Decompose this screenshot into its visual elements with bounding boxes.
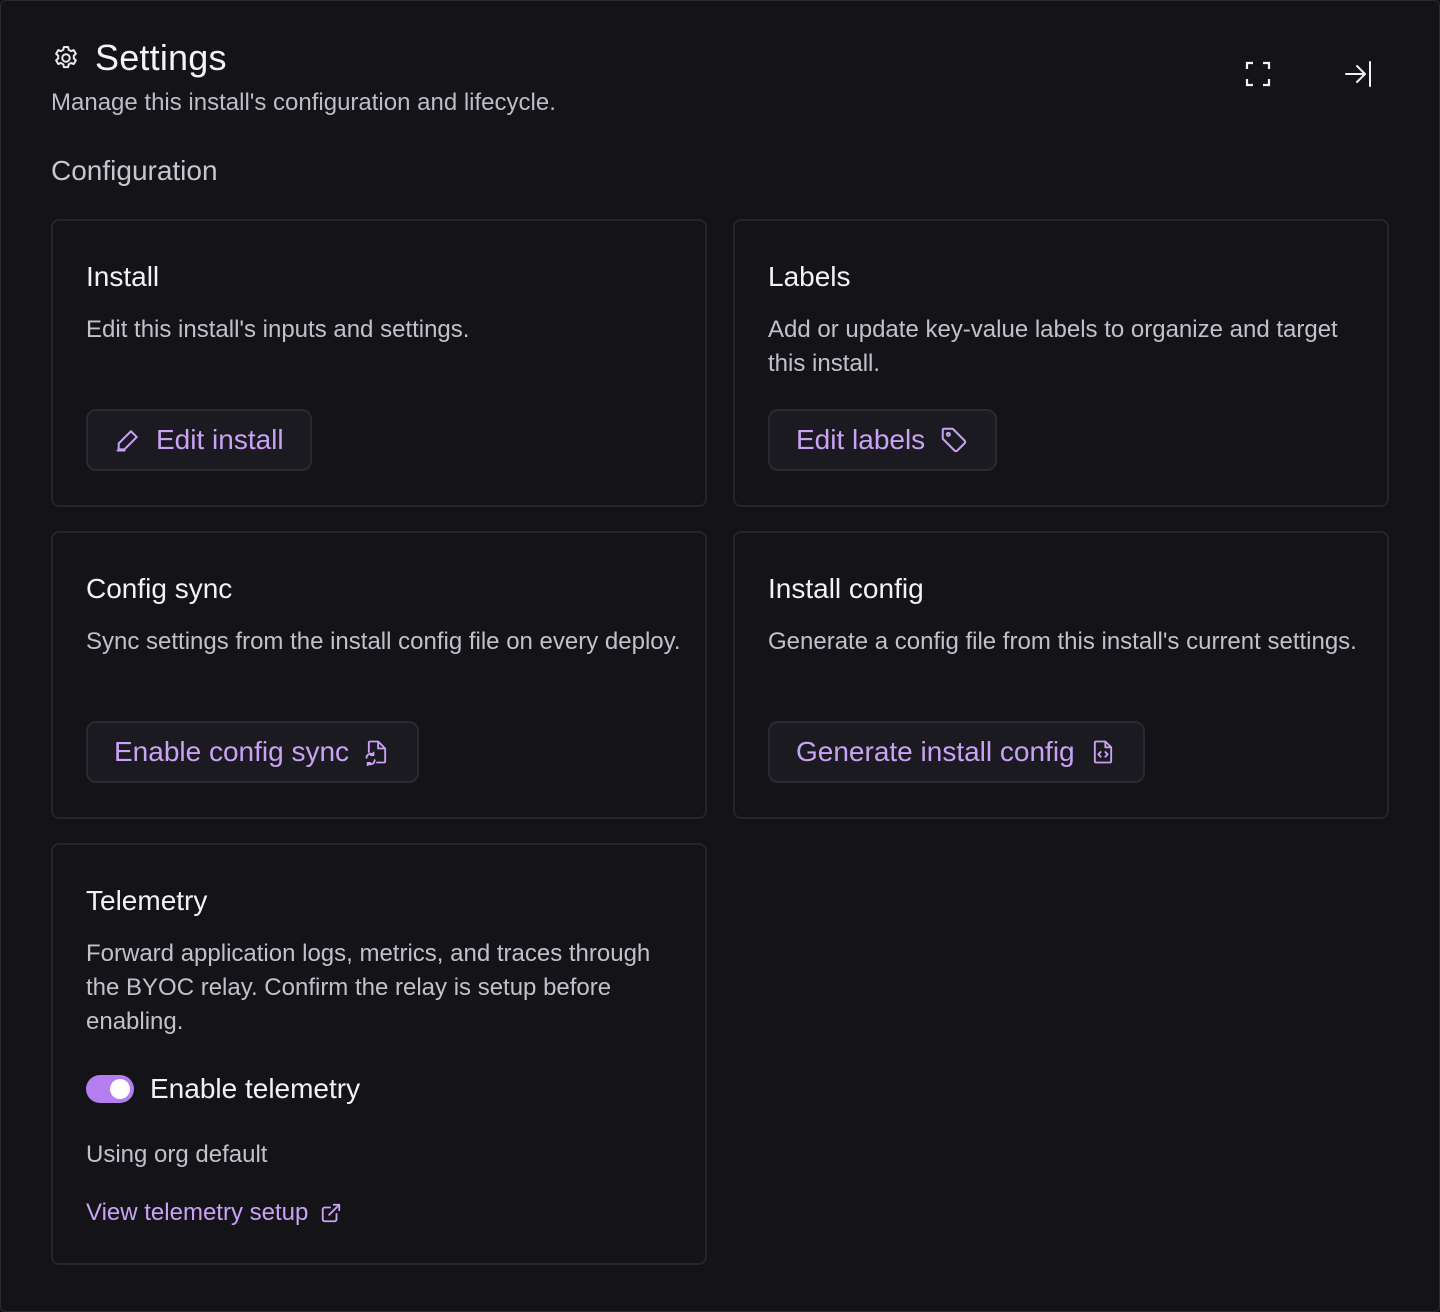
card-description: Sync settings from the install config fi…	[86, 628, 681, 655]
button-label: Enable config sync	[114, 736, 350, 767]
external-link-icon	[322, 1203, 341, 1223]
enable-config-sync-button[interactable]: Enable config sync	[86, 721, 420, 783]
install-config-card: Install config Generate a config file fr…	[733, 531, 1389, 819]
section-title-configuration: Configuration	[51, 155, 218, 186]
card-description: Forward application logs, metrics, and t…	[86, 940, 651, 1035]
pencil-icon	[116, 430, 138, 452]
edit-labels-button[interactable]: Edit labels	[768, 409, 998, 471]
card-title: Config sync	[86, 573, 233, 604]
header-actions	[1241, 57, 1375, 91]
card-title: Labels	[768, 261, 851, 292]
tag-icon	[941, 427, 967, 453]
card-description: Generate a config file from this install…	[768, 628, 1357, 655]
page-header: Settings	[51, 37, 227, 79]
edit-install-button[interactable]: Edit install	[86, 409, 312, 471]
telemetry-card: Telemetry Forward application logs, metr…	[51, 843, 707, 1265]
labels-card: Labels Add or update key-value labels to…	[733, 219, 1389, 507]
toggle-knob	[110, 1079, 130, 1099]
collapse-panel-button[interactable]	[1341, 57, 1375, 91]
card-title: Telemetry	[86, 885, 208, 916]
view-telemetry-setup-link[interactable]: View telemetry setup	[86, 1199, 342, 1227]
page-title: Settings	[95, 37, 227, 78]
expand-icon	[1245, 61, 1271, 87]
generate-install-config-button[interactable]: Generate install config	[768, 721, 1145, 783]
page-subtitle: Manage this install's configuration and …	[51, 89, 556, 116]
collapse-panel-icon	[1345, 61, 1371, 87]
config-sync-card: Config sync Sync settings from the insta…	[51, 531, 707, 819]
install-card: Install Edit this install's inputs and s…	[51, 219, 707, 507]
card-title: Install config	[768, 573, 924, 604]
settings-panel: Settings Manage this install's configura…	[0, 0, 1440, 1312]
card-title: Install	[86, 261, 160, 292]
link-label: View telemetry setup	[86, 1199, 309, 1226]
toggle-label: Enable telemetry	[150, 1073, 361, 1104]
gear-icon	[55, 46, 77, 69]
telemetry-status: Using org default	[86, 1141, 268, 1168]
file-sync-icon	[365, 740, 387, 766]
telemetry-toggle-row: Enable telemetry	[86, 1073, 360, 1105]
card-description: Edit this install's inputs and settings.	[86, 316, 470, 343]
button-label: Edit install	[156, 424, 284, 455]
button-label: Edit labels	[796, 424, 926, 455]
enable-telemetry-toggle[interactable]	[86, 1075, 134, 1103]
file-code-icon	[1093, 740, 1112, 764]
button-label: Generate install config	[796, 736, 1075, 767]
expand-button[interactable]	[1241, 57, 1275, 91]
card-description: Add or update key-value labels to organi…	[768, 316, 1338, 377]
